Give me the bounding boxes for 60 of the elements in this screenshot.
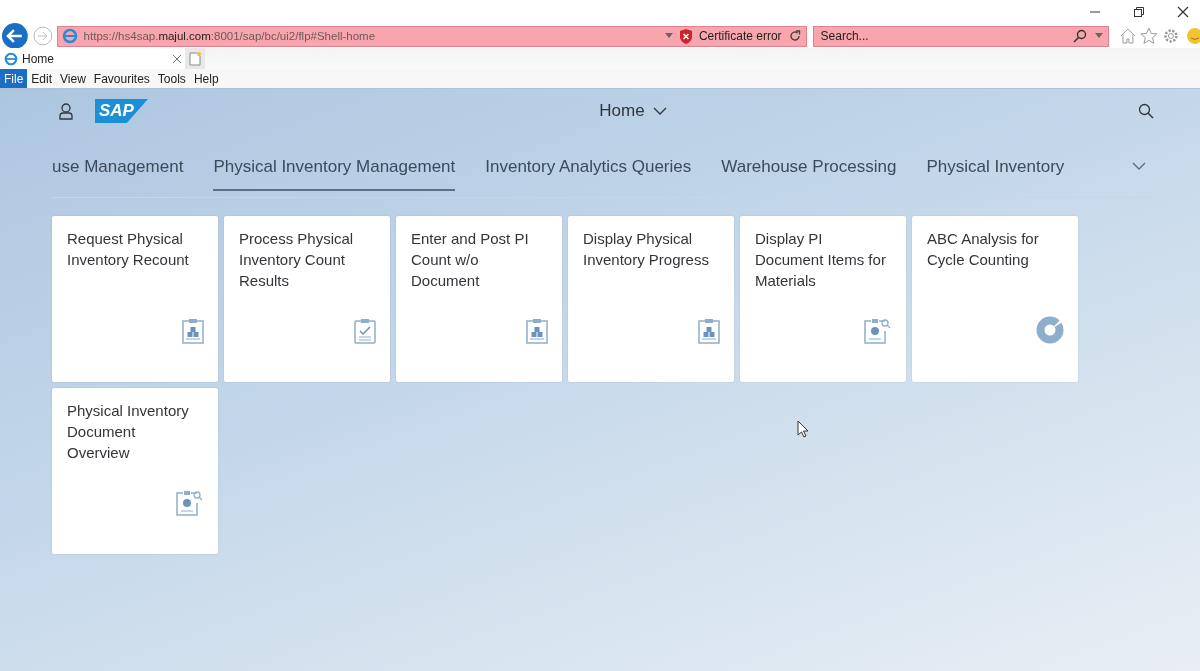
search-icon[interactable] <box>1138 103 1154 119</box>
browser-tab[interactable]: Home <box>0 48 185 69</box>
tile-title: ABC Analysis for Cycle Counting <box>927 229 1040 270</box>
close-icon[interactable] <box>1176 5 1190 19</box>
new-tab-button[interactable] <box>185 48 205 69</box>
logo: SAP <box>95 99 148 123</box>
app-tile[interactable]: Display Physical Inventory Progress <box>568 216 734 382</box>
home-menu-button[interactable]: Home <box>599 101 667 121</box>
donut-chart-icon <box>1036 316 1064 344</box>
refresh-icon[interactable] <box>787 29 802 43</box>
user-icon[interactable] <box>59 102 73 120</box>
menu-item[interactable]: Help <box>189 69 223 88</box>
url-text: https://hs4sap.majul.com:8001/sap/bc/ui2/flp#Shell-home <box>83 30 377 42</box>
address-bar[interactable]: https://hs4sap.majul.com:8001/sap/bc/ui2/flp#Shell-home Certificate error <box>56 25 807 47</box>
menu-item[interactable]: Tools <box>153 69 190 88</box>
certificate-error-text[interactable]: Certificate error <box>698 29 782 43</box>
restore-icon[interactable] <box>1132 5 1146 19</box>
app-tile[interactable]: Request Physical Inventory Recount <box>52 216 218 382</box>
smiley-icon[interactable] <box>1184 27 1200 45</box>
shield-error-icon <box>678 28 693 44</box>
clipboard-boxes-icon <box>698 318 720 344</box>
app-tile[interactable]: Enter and Post PI Count w/o Document <box>396 216 562 382</box>
clipboard-boxes-icon <box>182 318 204 344</box>
group-tab[interactable]: Physical Inventory Management <box>213 150 456 191</box>
search-field[interactable]: Search... <box>818 28 1065 44</box>
dropdown-icon[interactable] <box>1094 33 1103 39</box>
menu-item[interactable]: Edit <box>27 69 57 88</box>
tile-title: Display Physical Inventory Progress <box>583 229 710 270</box>
home-icon[interactable] <box>1118 27 1137 45</box>
back-icon[interactable] <box>1 22 29 50</box>
tile-title: Physical Inventory Document Overview <box>67 401 190 463</box>
clipboard-search-icon <box>864 318 892 344</box>
menu-item[interactable]: Favourites <box>89 69 154 88</box>
clipboard-search-icon <box>176 490 204 516</box>
group-tab[interactable]: Physical Inventory <box>926 150 1065 191</box>
app-tile[interactable]: Physical Inventory Document Overview <box>52 388 218 554</box>
chevron-down-icon[interactable] <box>1132 162 1146 170</box>
dropdown-icon[interactable] <box>664 33 673 39</box>
forward-icon[interactable] <box>32 26 53 46</box>
group-tab[interactable]: Inventory Analytics Queries <box>485 150 692 191</box>
tile-title: Request Physical Inventory Recount <box>67 229 190 270</box>
clipboard-boxes-icon <box>526 318 548 344</box>
group-tab[interactable]: use Management <box>52 150 184 191</box>
menu-item[interactable]: View <box>56 69 90 88</box>
app-tile[interactable]: ABC Analysis for Cycle Counting <box>912 216 1078 382</box>
tile-title: Enter and Post PI Count w/o Document <box>411 229 530 291</box>
app-tile[interactable]: Display PI Document Items for Materials <box>740 216 906 382</box>
menu-item[interactable]: File <box>0 69 28 88</box>
group-tab[interactable]: Warehouse Processing <box>721 150 897 191</box>
new-page-icon <box>189 51 201 66</box>
settings-icon[interactable] <box>1162 27 1181 45</box>
tile-title: Process Physical Inventory Count Results <box>239 229 355 291</box>
mouse-cursor-icon <box>797 420 809 438</box>
clipboard-check-icon <box>354 318 376 344</box>
tile-title: Display PI Document Items for Materials <box>755 229 887 291</box>
app-tile[interactable]: Process Physical Inventory Count Results <box>224 216 390 382</box>
star-icon[interactable] <box>1140 27 1159 45</box>
search-icon <box>1072 29 1087 43</box>
search-field[interactable]: Search... <box>812 25 1109 47</box>
chevron-down-icon <box>652 107 667 115</box>
